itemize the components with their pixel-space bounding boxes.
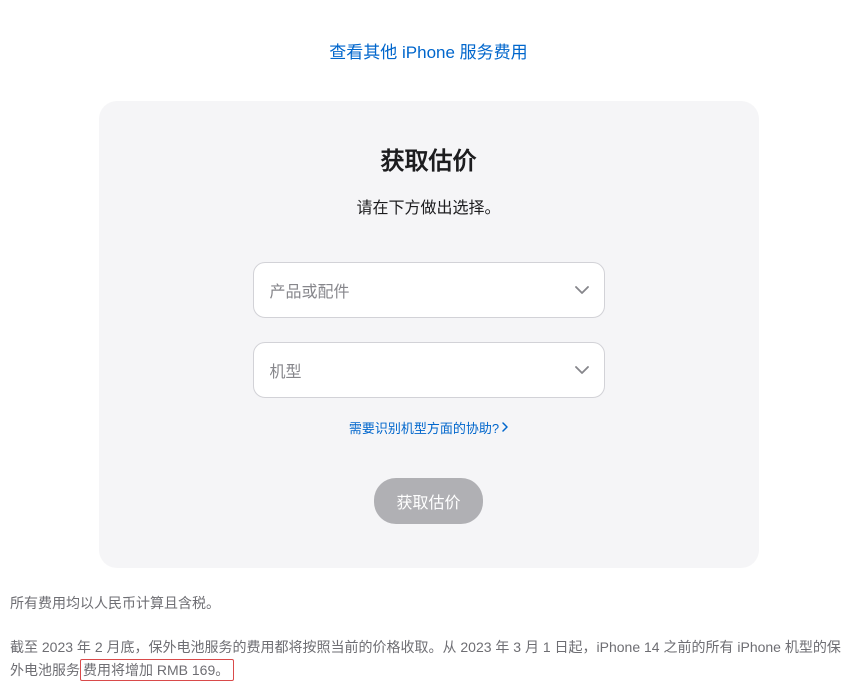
chevron-right-icon xyxy=(502,420,508,435)
footnote-currency: 所有费用均以人民币计算且含税。 xyxy=(10,592,847,614)
other-service-fees-link[interactable]: 查看其他 iPhone 服务费用 xyxy=(329,43,527,62)
top-link-container: 查看其他 iPhone 服务费用 xyxy=(10,0,847,91)
help-link-container: 需要识别机型方面的协助? xyxy=(349,418,508,438)
product-select-row: 产品或配件 xyxy=(253,262,605,318)
product-select[interactable]: 产品或配件 xyxy=(253,262,605,318)
identify-model-help-link[interactable]: 需要识别机型方面的协助? xyxy=(349,418,508,437)
price-increase-highlight: 费用将增加 RMB 169。 xyxy=(80,659,234,681)
estimate-card: 获取估价 请在下方做出选择。 产品或配件 机型 需要识别机型方面的协助? 获取估… xyxy=(99,101,759,568)
footnote-price-notice: 截至 2023 年 2 月底，保外电池服务的费用都将按照当前的价格收取。从 20… xyxy=(10,636,847,681)
card-subtitle: 请在下方做出选择。 xyxy=(356,194,500,218)
model-select[interactable]: 机型 xyxy=(253,342,605,398)
model-select-row: 机型 xyxy=(253,342,605,398)
card-title: 获取估价 xyxy=(381,141,477,176)
help-link-label: 需要识别机型方面的协助? xyxy=(349,418,499,437)
get-estimate-button[interactable]: 获取估价 xyxy=(374,478,482,524)
